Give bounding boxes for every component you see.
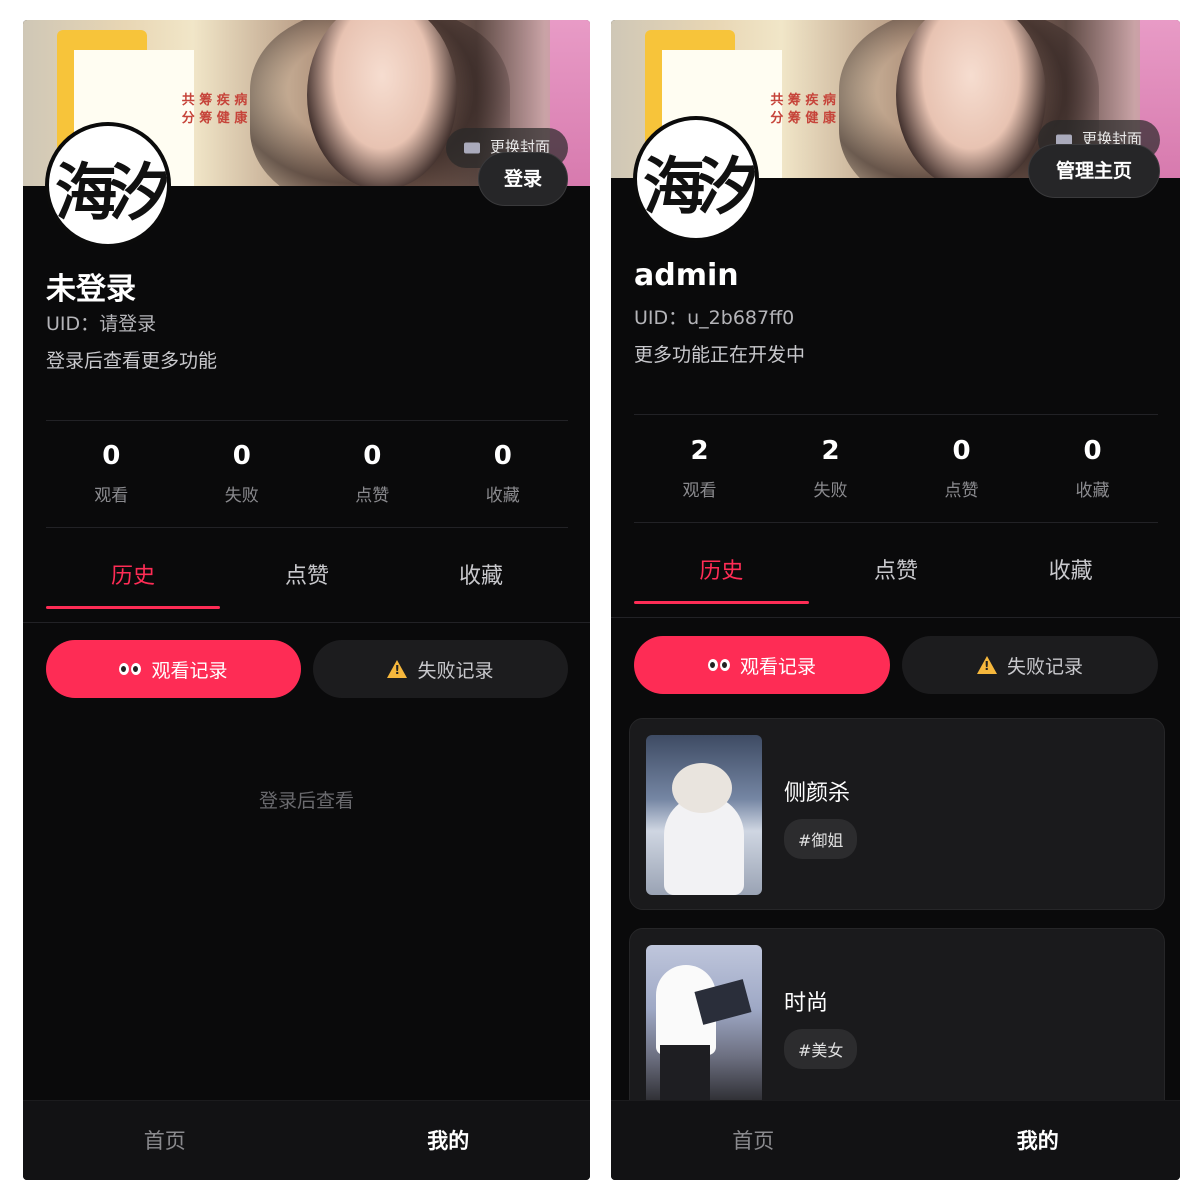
avatar[interactable]: 海汐 (633, 116, 759, 242)
user-bio: 登录后查看更多功能 (46, 350, 218, 372)
stats-row: 2 观看 2 失败 0 点赞 0 收藏 (634, 416, 1158, 522)
history-card[interactable]: 侧颜杀 #御姐 (629, 718, 1165, 910)
stat-likes[interactable]: 0 点赞 (307, 421, 438, 527)
avatar-logo-text: 海汐 (55, 156, 167, 229)
warning-icon (387, 660, 408, 678)
subtab-label: 观看记录 (151, 659, 228, 682)
stat-value: 0 (493, 441, 512, 471)
stat-failed[interactable]: 2 失败 (765, 416, 896, 522)
stat-label: 观看 (94, 486, 129, 506)
tab-favorites[interactable]: 收藏 (983, 523, 1158, 603)
subtab-label: 观看记录 (739, 655, 816, 678)
stat-value: 0 (363, 441, 382, 471)
profile-tabs: 历史 点赞 收藏 (46, 528, 568, 609)
profile-screen-logged-out: 共 筹 疾 病分 筹 健 康 更换封面 海汐 登录 未登录 UID：请登录 登录… (23, 20, 590, 1180)
eyes-icon (119, 663, 142, 675)
history-subtabs: 观看记录 失败记录 (46, 640, 568, 698)
stat-label: 收藏 (485, 486, 520, 506)
profile-tabs: 历史 点赞 收藏 (634, 523, 1158, 604)
card-title: 时尚 (784, 991, 829, 1016)
stat-label: 点赞 (355, 486, 390, 506)
card-title: 侧颜杀 (784, 781, 851, 806)
stat-value: 2 (690, 436, 709, 466)
tab-likes[interactable]: 点赞 (220, 528, 394, 608)
stat-value: 0 (952, 436, 971, 466)
stat-value: 0 (102, 441, 121, 471)
stat-views[interactable]: 0 观看 (46, 421, 177, 527)
subtab-watch-history[interactable]: 观看记录 (46, 640, 301, 698)
video-thumbnail[interactable] (646, 735, 762, 895)
user-name: 未登录 (46, 272, 136, 307)
user-uid: UID：u_2b687ff0 (634, 307, 795, 329)
tab-likes[interactable]: 点赞 (809, 523, 984, 603)
tab-history[interactable]: 历史 (46, 528, 220, 609)
tab-history[interactable]: 历史 (634, 523, 809, 604)
user-bio: 更多功能正在开发中 (634, 344, 806, 366)
history-subtabs: 观看记录 失败记录 (634, 636, 1158, 694)
stat-likes[interactable]: 0 点赞 (896, 416, 1027, 522)
stat-label: 点赞 (944, 481, 979, 501)
stat-favorites[interactable]: 0 收藏 (438, 421, 569, 527)
subtab-watch-history[interactable]: 观看记录 (634, 636, 890, 694)
stat-value: 0 (232, 441, 251, 471)
stat-favorites[interactable]: 0 收藏 (1027, 416, 1158, 522)
stat-failed[interactable]: 0 失败 (177, 421, 308, 527)
subtab-failed-history[interactable]: 失败记录 (313, 640, 568, 698)
card-tag[interactable]: #美女 (784, 1029, 858, 1069)
tab-favorites[interactable]: 收藏 (394, 528, 568, 608)
user-name: admin (634, 258, 739, 293)
divider (611, 617, 1180, 618)
video-thumbnail[interactable] (646, 945, 762, 1105)
card-tag[interactable]: #御姐 (784, 819, 858, 859)
empty-state-text: 登录后查看 (258, 790, 354, 812)
camera-icon (463, 142, 480, 154)
subtab-label: 失败记录 (1006, 655, 1083, 678)
warning-icon (976, 656, 997, 674)
stat-value: 2 (821, 436, 840, 466)
profile-screen-logged-in: 共 筹 疾 病分 筹 健 康 更换封面 海汐 管理主页 admin UID：u_… (611, 20, 1180, 1180)
stat-label: 失败 (813, 481, 848, 501)
user-uid: UID：请登录 (46, 313, 157, 335)
bottom-nav: 首页 我的 (611, 1100, 1180, 1180)
divider (23, 622, 590, 623)
avatar-logo-text: 海汐 (643, 150, 755, 223)
bottom-nav: 首页 我的 (23, 1100, 590, 1180)
stat-label: 失败 (224, 486, 259, 506)
stat-label: 观看 (682, 481, 717, 501)
stat-label: 收藏 (1075, 481, 1110, 501)
nav-home[interactable]: 首页 (611, 1101, 896, 1180)
subtab-label: 失败记录 (417, 659, 494, 682)
nav-me[interactable]: 我的 (307, 1101, 591, 1180)
stats-row: 0 观看 0 失败 0 点赞 0 收藏 (46, 421, 568, 527)
history-card[interactable]: 时尚 #美女 (629, 928, 1165, 1120)
stat-value: 0 (1083, 436, 1102, 466)
manage-profile-button[interactable]: 管理主页 (1028, 144, 1160, 198)
eyes-icon (707, 659, 730, 671)
nav-me[interactable]: 我的 (896, 1101, 1181, 1180)
stat-views[interactable]: 2 观看 (634, 416, 765, 522)
login-button[interactable]: 登录 (478, 152, 568, 206)
avatar[interactable]: 海汐 (45, 122, 171, 248)
divider (634, 414, 1158, 415)
nav-home[interactable]: 首页 (23, 1101, 307, 1180)
subtab-failed-history[interactable]: 失败记录 (902, 636, 1158, 694)
